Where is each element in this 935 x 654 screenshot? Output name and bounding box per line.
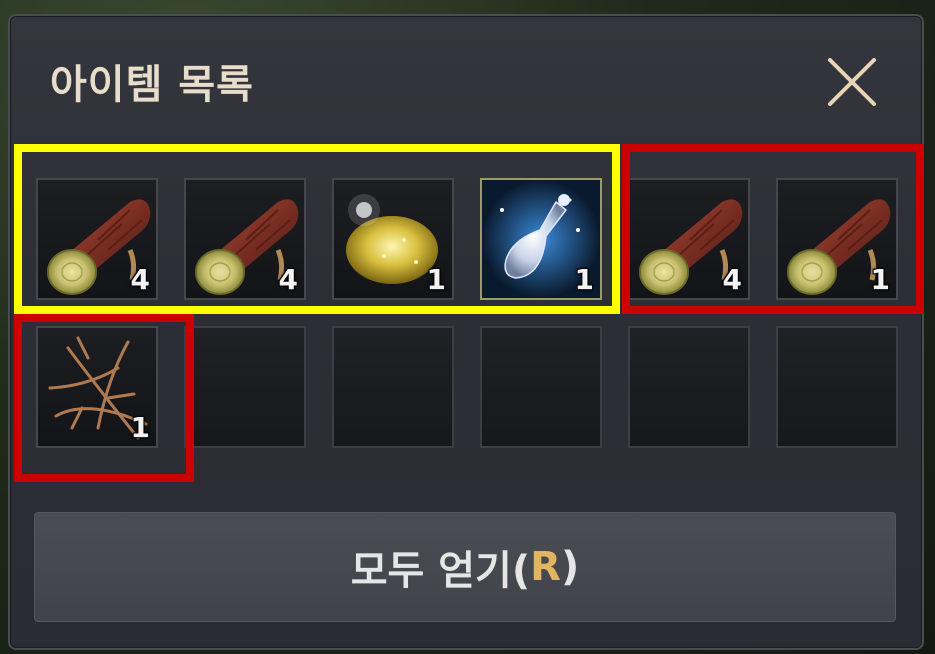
button-label-end: ) [560, 544, 580, 590]
inventory-slot-potion[interactable]: 1 [480, 178, 602, 300]
inventory-slot-empty[interactable] [480, 326, 602, 448]
item-count: 4 [722, 263, 742, 296]
dialog-title: 아이템 목록 [50, 62, 254, 108]
get-all-button[interactable]: 모두 얻기(R) [34, 512, 896, 622]
item-count: 1 [574, 263, 594, 296]
inventory-slot-branch[interactable]: 1 [36, 326, 158, 448]
inventory-slot-empty[interactable] [776, 326, 898, 448]
item-count: 1 [870, 263, 890, 296]
inventory-slot-empty[interactable] [332, 326, 454, 448]
inventory-slot-empty[interactable] [628, 326, 750, 448]
inventory-slot-empty[interactable] [184, 326, 306, 448]
item-count: 4 [278, 263, 298, 296]
inventory-slot-log[interactable]: 1 [776, 178, 898, 300]
inventory-slot-log[interactable]: 4 [628, 178, 750, 300]
button-label: 모두 얻기( [350, 548, 531, 594]
item-count: 1 [130, 411, 150, 444]
inventory-slot-log[interactable]: 4 [36, 178, 158, 300]
item-count: 1 [426, 263, 446, 296]
close-icon[interactable] [826, 56, 878, 108]
hotkey-label: R [530, 544, 561, 590]
inventory-slot-powder[interactable]: 1 [332, 178, 454, 300]
item-count: 4 [130, 263, 150, 296]
inventory-slot-log[interactable]: 4 [184, 178, 306, 300]
